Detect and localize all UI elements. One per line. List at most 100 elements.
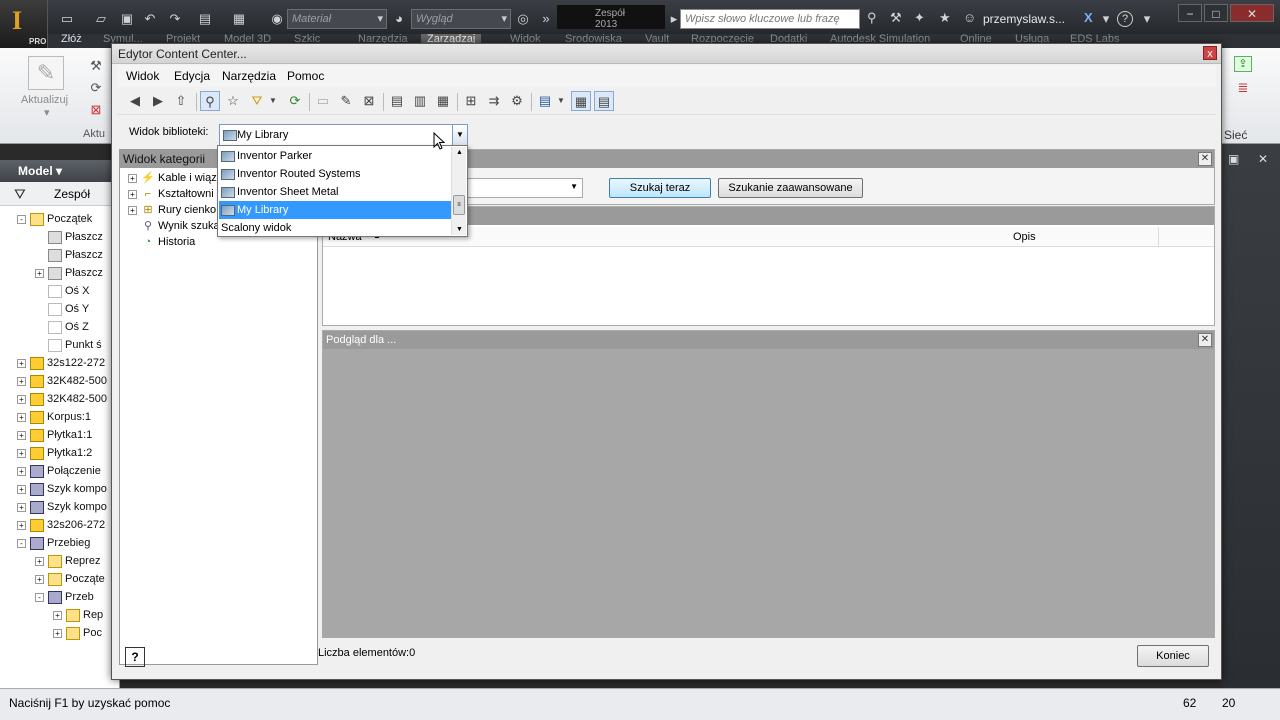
exchange-icon[interactable]: X: [1084, 11, 1093, 25]
save-icon[interactable]: ▣: [120, 12, 134, 26]
scroll-up-icon[interactable]: ▲: [452, 149, 467, 156]
dropdown-scrollbar[interactable]: ▲ ≡ ▼: [451, 147, 466, 235]
expander[interactable]: +: [53, 628, 62, 638]
username[interactable]: przemyslaw.s...: [983, 12, 1065, 26]
menu-view[interactable]: Widok: [126, 69, 159, 83]
category-item[interactable]: ◔ Historia: [141, 236, 196, 252]
update-label[interactable]: Aktualizuj: [21, 94, 68, 106]
up-icon[interactable]: ⇧: [171, 91, 191, 111]
expander[interactable]: +: [35, 574, 44, 584]
open-icon[interactable]: ▱: [94, 12, 108, 26]
close-icon[interactable]: ✕: [1198, 333, 1212, 347]
expand-search-icon[interactable]: ▸: [667, 12, 681, 26]
tree-node[interactable]: +32K482-500: [17, 372, 107, 390]
undo-icon[interactable]: ↶: [143, 12, 157, 26]
chevron-down-icon[interactable]: ▼: [263, 91, 283, 111]
search-icon[interactable]: ⚲: [200, 91, 220, 111]
table-view-icon[interactable]: ▤: [594, 91, 614, 111]
column-description[interactable]: Opis: [1013, 231, 1036, 243]
help-icon[interactable]: ?: [1117, 11, 1133, 27]
tree-node[interactable]: + Poc: [53, 624, 102, 642]
expander[interactable]: +: [17, 394, 26, 404]
tree-node[interactable]: Płaszcz: [35, 246, 103, 264]
category-item[interactable]: + ⊞ Rury cienko: [128, 204, 216, 220]
chevron-down-icon[interactable]: ▼: [452, 125, 467, 145]
delete-family-icon[interactable]: ⊠: [359, 91, 379, 111]
browser-tool-label[interactable]: Zespół: [54, 187, 90, 201]
expander[interactable]: -: [17, 538, 26, 548]
dropdown-item[interactable]: Inventor Parker: [219, 147, 451, 165]
filter-icon[interactable]: ⛛: [14, 186, 26, 203]
tree-node[interactable]: + Począte: [35, 570, 105, 588]
expander[interactable]: +: [17, 358, 26, 368]
help-dropdown-icon[interactable]: ▾: [1140, 12, 1154, 26]
tree-node[interactable]: Punkt ś: [35, 336, 102, 354]
material-combo[interactable]: Materiał ▾: [287, 9, 387, 29]
dialog-titlebar[interactable]: Edytor Content Center... x: [112, 44, 1221, 64]
menu-help[interactable]: Pomoc: [287, 69, 324, 83]
tree-node[interactable]: + Szyk kompo: [17, 480, 107, 498]
menu-tools[interactable]: Narzędzia: [222, 69, 276, 83]
expander[interactable]: +: [17, 520, 26, 530]
help-icon[interactable]: ?: [125, 647, 145, 667]
tools-icon[interactable]: ⚒: [890, 11, 902, 25]
expander[interactable]: +: [17, 430, 26, 440]
expander[interactable]: +: [17, 412, 26, 422]
tree-node[interactable]: + Płaszcz: [35, 264, 103, 282]
tree-node[interactable]: + Połączenie: [17, 462, 101, 480]
tree-node[interactable]: +32K482-500: [17, 390, 107, 408]
expander[interactable]: +: [128, 189, 137, 199]
tree-node[interactable]: +32s122-272: [17, 354, 105, 372]
star-icon[interactable]: ✦: [914, 11, 925, 25]
appearance-combo[interactable]: Wygląd ▾: [411, 9, 511, 29]
expander[interactable]: +: [17, 502, 26, 512]
minimize-button[interactable]: −: [1178, 4, 1202, 22]
expander[interactable]: +: [17, 484, 26, 494]
expander[interactable]: +: [17, 376, 26, 386]
tree-node[interactable]: - Przeb: [35, 588, 94, 606]
viewport-restore-icon[interactable]: ▣: [1228, 152, 1239, 166]
mapping-icon[interactable]: ⇉: [484, 91, 504, 111]
grid-view-icon[interactable]: ▦: [571, 91, 591, 111]
tab-zloz[interactable]: Złóż: [61, 34, 82, 45]
scroll-down-icon[interactable]: ▼: [452, 226, 467, 233]
edit-table-icon[interactable]: ▥: [410, 91, 430, 111]
clear-appearance-icon[interactable]: ◎: [516, 12, 530, 26]
tools-icon[interactable]: ⚒: [88, 58, 104, 74]
user-icon[interactable]: ☺: [963, 11, 976, 25]
viewport-close-icon[interactable]: ✕: [1258, 152, 1268, 166]
close-button[interactable]: ✕: [1230, 4, 1274, 22]
export-icon[interactable]: ⇪: [1234, 56, 1252, 72]
forward-icon[interactable]: ▶: [148, 91, 168, 111]
more-icon[interactable]: »: [539, 12, 553, 26]
close-icon[interactable]: x: [1203, 46, 1217, 60]
tree-node[interactable]: + Korpus:1: [17, 408, 91, 426]
new-family-icon[interactable]: ▭: [313, 91, 333, 111]
tree-node[interactable]: + Reprez: [35, 552, 100, 570]
tree-node[interactable]: + Rep: [53, 606, 103, 624]
tree-node[interactable]: + Płytka1:1: [17, 426, 92, 444]
delete-icon[interactable]: ⊠: [88, 102, 104, 118]
tree-node[interactable]: Oś Y: [35, 300, 89, 318]
delete-table-icon[interactable]: ▦: [433, 91, 453, 111]
tree-node[interactable]: Płaszcz: [35, 228, 103, 246]
category-icon[interactable]: ⊞: [461, 91, 481, 111]
dropdown-item[interactable]: My Library: [219, 201, 451, 219]
maximize-button[interactable]: □: [1204, 4, 1228, 22]
library-view-combo[interactable]: My Library ▼: [219, 124, 468, 146]
search-now-button[interactable]: Szukaj teraz: [609, 178, 711, 198]
dropdown-item[interactable]: Inventor Routed Systems: [219, 165, 451, 183]
app-logo[interactable]: I PRO: [0, 0, 48, 48]
rebuild-icon[interactable]: ⟳: [88, 80, 104, 96]
browser-header[interactable]: Model ▾: [0, 160, 120, 182]
back-icon[interactable]: ◀: [125, 91, 145, 111]
tree-node[interactable]: +32s206-272: [17, 516, 105, 534]
update-icon[interactable]: ✎: [28, 56, 64, 90]
family-table-icon[interactable]: ▤: [387, 91, 407, 111]
search-input[interactable]: Wpisz słowo kluczowe lub frazę: [680, 9, 860, 29]
new-icon[interactable]: ▭: [60, 12, 74, 26]
properties-icon[interactable]: ▦: [232, 12, 246, 26]
expander[interactable]: -: [17, 214, 26, 224]
scroll-thumb[interactable]: ≡: [453, 195, 465, 215]
advanced-search-button[interactable]: Szukanie zaawansowane: [718, 178, 863, 198]
